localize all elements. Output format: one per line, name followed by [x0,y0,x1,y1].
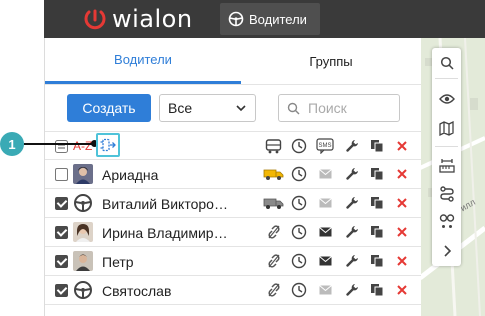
clock-icon[interactable] [290,194,308,212]
driver-row[interactable]: Святослав [45,276,421,305]
driver-checkbox[interactable] [55,197,68,210]
search-field[interactable] [278,94,400,122]
avatar [73,222,93,242]
wrench-icon[interactable] [343,281,361,299]
clock-icon[interactable] [290,281,308,299]
driver-row[interactable]: Ирина Владимир… [45,218,421,247]
clock-icon[interactable] [290,165,308,183]
envelope-icon[interactable] [316,223,334,241]
driver-row[interactable]: Ариадна [45,160,421,189]
callout-badge: 1 [0,132,24,156]
driver-name: Ариадна [102,167,159,183]
copy-icon[interactable] [368,252,386,270]
driver-name: Святослав [102,283,172,299]
svg-text:SMS: SMS [318,143,331,149]
driver-checkbox[interactable] [55,168,68,181]
sort-az-button[interactable]: А-Z [73,139,92,153]
drivers-panel: Водители Группы Создать Все А-Z SMS [44,38,421,316]
custom-fields-icon [100,138,116,152]
copy-column-icon[interactable] [368,137,386,155]
callout-line [24,143,94,145]
select-all-menu-icon[interactable] [55,140,68,153]
gray-truck-icon[interactable] [263,194,285,212]
module-tab-label: Водители [249,11,307,27]
steering-wheel-avatar-icon [73,280,93,300]
delete-icon[interactable] [393,194,411,212]
steering-wheel-icon [228,11,244,27]
ruler-icon[interactable] [437,156,456,175]
clock-icon[interactable] [290,252,308,270]
custom-fields-button[interactable] [96,133,120,157]
envelope-icon[interactable] [316,165,334,183]
chevron-down-icon [236,105,246,112]
delete-column-icon[interactable] [393,137,411,155]
module-tab-drivers[interactable]: Водители [220,3,320,35]
filter-dropdown[interactable]: Все [159,94,256,122]
wialon-logo[interactable]: wialon [83,5,193,33]
unlink-icon[interactable] [263,223,285,241]
driver-name: Виталий Викторо… [102,196,228,212]
create-button[interactable]: Создать [67,94,151,122]
copy-icon[interactable] [368,165,386,183]
eye-icon[interactable] [437,89,456,108]
envelope-icon[interactable] [316,281,334,299]
delete-icon[interactable] [393,165,411,183]
driver-checkbox[interactable] [55,284,68,297]
logo-text: wialon [112,5,193,33]
route-icon[interactable] [437,184,456,203]
clock-icon[interactable] [290,223,308,241]
driver-name: Петр [102,254,134,270]
clock-column-icon[interactable] [290,137,308,155]
unlink-icon[interactable] [263,252,285,270]
map-search-icon[interactable] [437,53,456,72]
wrench-icon[interactable] [343,194,361,212]
sms-column-icon[interactable]: SMS [316,137,334,155]
tab-groups[interactable]: Группы [241,38,421,84]
search-icon [287,102,300,114]
wrench-column-icon[interactable] [343,137,361,155]
wrench-icon[interactable] [343,165,361,183]
copy-icon[interactable] [368,223,386,241]
driver-checkbox[interactable] [55,226,68,239]
delete-icon[interactable] [393,281,411,299]
map-tools-panel [432,48,461,266]
wrench-icon[interactable] [343,252,361,270]
vehicle-column-icon[interactable] [264,137,282,155]
driver-row[interactable]: Виталий Викторо… [45,189,421,218]
unlink-icon[interactable] [263,281,285,299]
map-layers-icon[interactable] [437,119,456,138]
copy-icon[interactable] [368,194,386,212]
tab-groups-label: Группы [309,53,353,69]
top-bar: wialon Водители [44,0,485,38]
tab-drivers[interactable]: Водители [45,38,241,84]
geofence-icon[interactable] [437,211,456,230]
tabs-divider [45,84,421,85]
driver-name: Ирина Владимир… [102,225,228,241]
filter-value: Все [168,100,193,116]
wrench-icon[interactable] [343,223,361,241]
avatar [73,164,93,184]
delete-icon[interactable] [393,223,411,241]
search-input[interactable] [306,99,390,117]
wialon-logo-icon [84,9,106,30]
envelope-icon[interactable] [316,252,334,270]
copy-icon[interactable] [368,281,386,299]
tab-drivers-label: Водители [114,52,172,67]
envelope-icon[interactable] [316,194,334,212]
chevron-right-icon[interactable] [437,241,456,260]
avatar [73,251,93,271]
delete-icon[interactable] [393,252,411,270]
driver-checkbox[interactable] [55,255,68,268]
driver-row[interactable]: Петр [45,247,421,276]
steering-wheel-avatar-icon [73,193,93,213]
yellow-truck-icon[interactable] [263,165,285,183]
